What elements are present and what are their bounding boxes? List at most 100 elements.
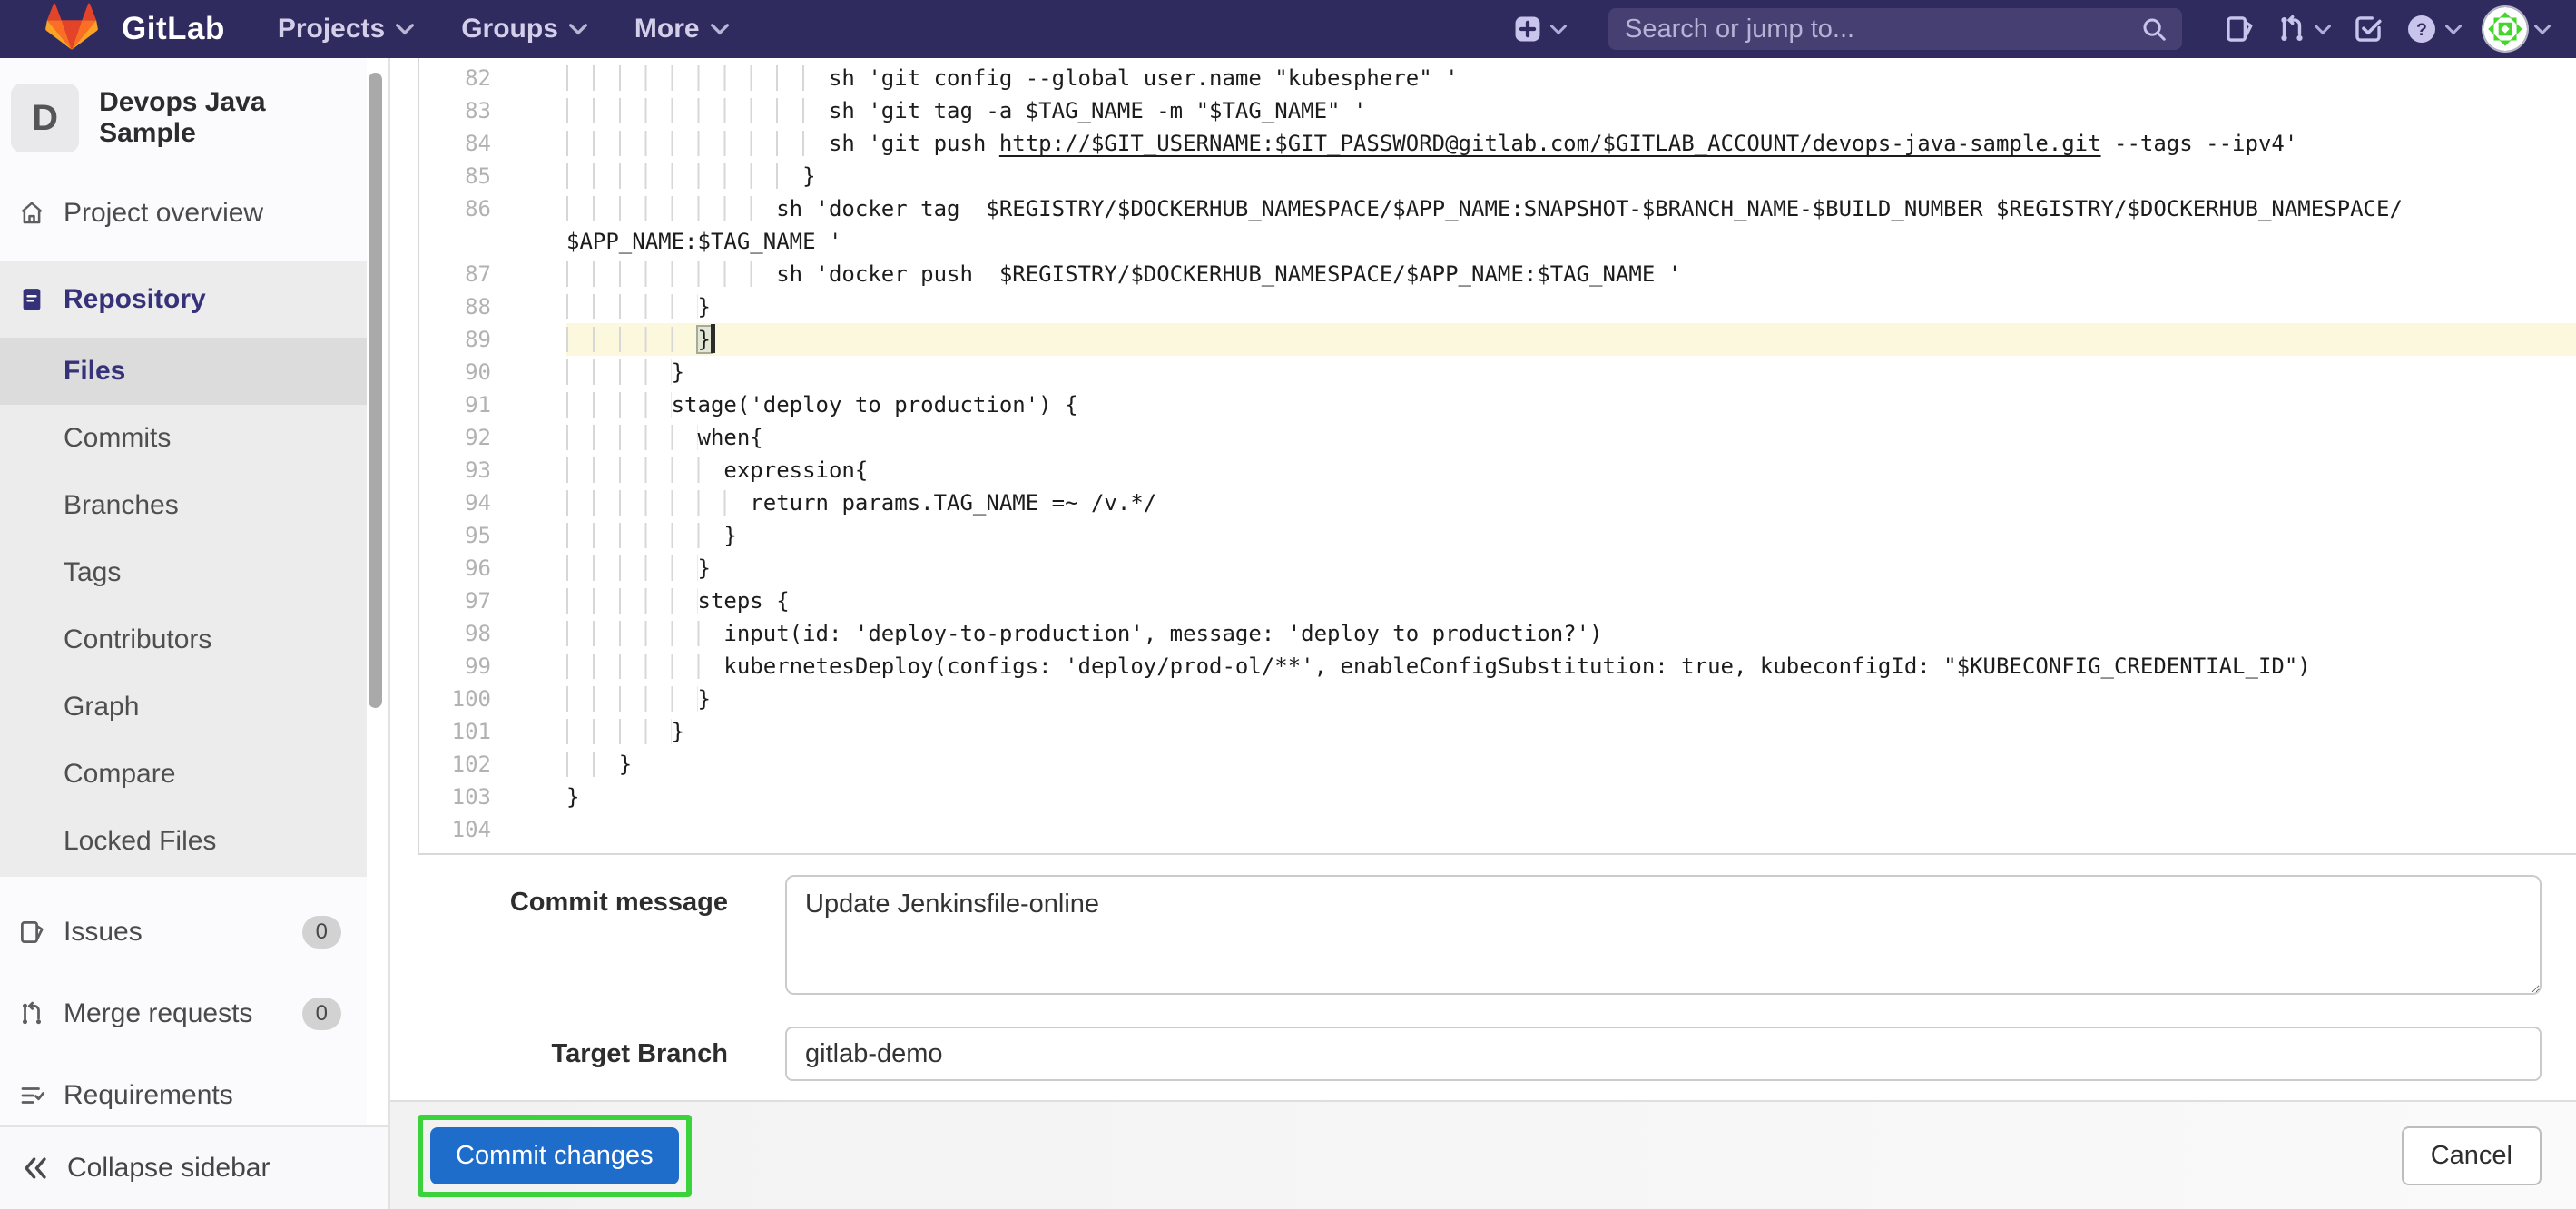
- indent-guides: [566, 719, 672, 744]
- search-input[interactable]: [1623, 14, 2140, 45]
- gitlab-tanuki-icon: [45, 2, 98, 56]
- code-text[interactable]: }: [515, 160, 2576, 192]
- sidebar-item-graph[interactable]: Graph: [0, 673, 367, 741]
- code-segment: }: [672, 359, 684, 385]
- code-line-84[interactable]: 84 sh 'git push http://$GIT_USERNAME:$GI…: [419, 127, 2576, 160]
- indent-guides: [566, 523, 723, 548]
- code-text[interactable]: }: [515, 552, 2576, 585]
- code-line-88[interactable]: 88 }: [419, 290, 2576, 323]
- code-text[interactable]: [515, 813, 2576, 846]
- code-line-89[interactable]: 89 }: [419, 323, 2576, 356]
- code-text[interactable]: }: [515, 781, 2576, 813]
- code-line-82[interactable]: 82 sh 'git config --global user.name "ku…: [419, 62, 2576, 94]
- code-line-98[interactable]: 98 input(id: 'deploy-to-production', mes…: [419, 617, 2576, 650]
- indent-guides: [566, 752, 619, 777]
- nav-projects[interactable]: Projects: [278, 14, 414, 44]
- sidebar-item-label: Locked Files: [64, 826, 216, 857]
- nav-todos-button[interactable]: [2353, 14, 2384, 44]
- code-line-90[interactable]: 90 }: [419, 356, 2576, 388]
- code-line-wrap[interactable]: $APP_NAME:$TAG_NAME ': [419, 225, 2576, 258]
- code-text[interactable]: stage('deploy to production') {: [515, 388, 2576, 421]
- code-text[interactable]: steps {: [515, 585, 2576, 617]
- code-line-95[interactable]: 95 }: [419, 519, 2576, 552]
- indent-guides: [566, 163, 802, 189]
- code-text[interactable]: }: [515, 290, 2576, 323]
- gitlab-logo[interactable]: GitLab: [45, 2, 225, 56]
- code-text[interactable]: }: [515, 519, 2576, 552]
- code-text[interactable]: return params.TAG_NAME =~ /v.*/: [515, 487, 2576, 519]
- sidebar-item-label: Issues: [64, 917, 143, 948]
- code-text[interactable]: }: [515, 323, 2576, 356]
- chevron-down-icon: [2445, 24, 2462, 35]
- code-line-85[interactable]: 85 }: [419, 160, 2576, 192]
- code-line-99[interactable]: 99 kubernetesDeploy(configs: 'deploy/pro…: [419, 650, 2576, 683]
- code-text[interactable]: kubernetesDeploy(configs: 'deploy/prod-o…: [515, 650, 2576, 683]
- sidebar-item-issues[interactable]: Issues 0: [0, 899, 367, 966]
- code-line-91[interactable]: 91 stage('deploy to production') {: [419, 388, 2576, 421]
- sidebar-item-label: Graph: [64, 692, 139, 722]
- sidebar-item-branches[interactable]: Branches: [0, 472, 367, 539]
- code-text[interactable]: sh 'git config --global user.name "kubes…: [515, 62, 2576, 94]
- code-line-100[interactable]: 100 }: [419, 683, 2576, 715]
- sidebar-item-commits[interactable]: Commits: [0, 405, 367, 472]
- code-line-97[interactable]: 97 steps {: [419, 585, 2576, 617]
- sidebar-item-tags[interactable]: Tags: [0, 539, 367, 606]
- code-line-94[interactable]: 94 return params.TAG_NAME =~ /v.*/: [419, 487, 2576, 519]
- code-text[interactable]: }: [515, 748, 2576, 781]
- code-text[interactable]: }: [515, 683, 2576, 715]
- code-text[interactable]: }: [515, 356, 2576, 388]
- sidebar-item-requirements[interactable]: Requirements: [0, 1062, 367, 1129]
- code-text[interactable]: sh 'git push http://$GIT_USERNAME:$GIT_P…: [515, 127, 2576, 160]
- target-branch-input[interactable]: [785, 1027, 2542, 1081]
- sidebar-item-compare[interactable]: Compare: [0, 741, 367, 808]
- sidebar-item-project-overview[interactable]: Project overview: [0, 180, 367, 247]
- cancel-button[interactable]: Cancel: [2402, 1126, 2542, 1185]
- code-line-103[interactable]: 103}: [419, 781, 2576, 813]
- code-line-86[interactable]: 86 sh 'docker tag $REGISTRY/$DOCKERHUB_N…: [419, 192, 2576, 225]
- create-new-menu[interactable]: [1512, 14, 1567, 44]
- nav-merge-requests-button[interactable]: [2276, 14, 2331, 44]
- code-line-96[interactable]: 96 }: [419, 552, 2576, 585]
- sidebar-item-repository[interactable]: Repository: [0, 261, 367, 338]
- sidebar-item-locked-files[interactable]: Locked Files: [0, 808, 367, 875]
- code-segment: }: [802, 163, 815, 189]
- nav-issues-button[interactable]: [2224, 14, 2255, 44]
- nav-groups[interactable]: Groups: [461, 14, 587, 44]
- code-line-102[interactable]: 102 }: [419, 748, 2576, 781]
- project-header[interactable]: D Devops Java Sample: [0, 58, 367, 152]
- code-segment: sh 'git config --global user.name "kubes…: [829, 65, 1459, 91]
- code-text[interactable]: expression{: [515, 454, 2576, 487]
- code-text[interactable]: sh 'docker push $REGISTRY/$DOCKERHUB_NAM…: [515, 258, 2576, 290]
- issues-icon: [18, 919, 45, 946]
- sidebar-item-contributors[interactable]: Contributors: [0, 606, 367, 673]
- help-menu[interactable]: ?: [2405, 13, 2462, 45]
- code-text[interactable]: input(id: 'deploy-to-production', messag…: [515, 617, 2576, 650]
- code-line-101[interactable]: 101 }: [419, 715, 2576, 748]
- code-line-87[interactable]: 87 sh 'docker push $REGISTRY/$DOCKERHUB_…: [419, 258, 2576, 290]
- commit-message-input[interactable]: Update Jenkinsfile-online: [785, 875, 2542, 995]
- sidebar-scrollbar[interactable]: [369, 73, 382, 708]
- code-text[interactable]: when{: [515, 421, 2576, 454]
- main-content: 82 sh 'git config --global user.name "ku…: [390, 58, 2576, 1209]
- code-line-92[interactable]: 92 when{: [419, 421, 2576, 454]
- code-text[interactable]: }: [515, 715, 2576, 748]
- code-line-104[interactable]: 104: [419, 813, 2576, 846]
- collapse-sidebar-button[interactable]: Collapse sidebar: [0, 1125, 388, 1209]
- commit-changes-button[interactable]: Commit changes: [430, 1127, 679, 1184]
- code-line-93[interactable]: 93 expression{: [419, 454, 2576, 487]
- code-link[interactable]: http://$GIT_USERNAME:$GIT_PASSWORD@gitla…: [999, 131, 2101, 156]
- nav-more[interactable]: More: [634, 14, 729, 44]
- code-text[interactable]: sh 'git tag -a $TAG_NAME -m "$TAG_NAME" …: [515, 94, 2576, 127]
- code-segment: expression{: [723, 457, 868, 483]
- code-text[interactable]: sh 'docker tag $REGISTRY/$DOCKERHUB_NAME…: [515, 192, 2576, 225]
- project-title: Devops Java Sample: [99, 87, 367, 149]
- search-icon[interactable]: [2140, 15, 2168, 43]
- user-menu[interactable]: [2483, 7, 2551, 51]
- sidebar-item-files[interactable]: Files: [0, 338, 367, 405]
- sidebar-item-merge-requests[interactable]: Merge requests 0: [0, 980, 367, 1047]
- help-icon: ?: [2405, 13, 2438, 45]
- code-line-83[interactable]: 83 sh 'git tag -a $TAG_NAME -m "$TAG_NAM…: [419, 94, 2576, 127]
- code-editor[interactable]: 82 sh 'git config --global user.name "ku…: [418, 58, 2576, 855]
- gitlab-file-edit-page: GitLab Projects Groups More: [0, 0, 2576, 1209]
- code-text[interactable]: $APP_NAME:$TAG_NAME ': [515, 225, 2576, 258]
